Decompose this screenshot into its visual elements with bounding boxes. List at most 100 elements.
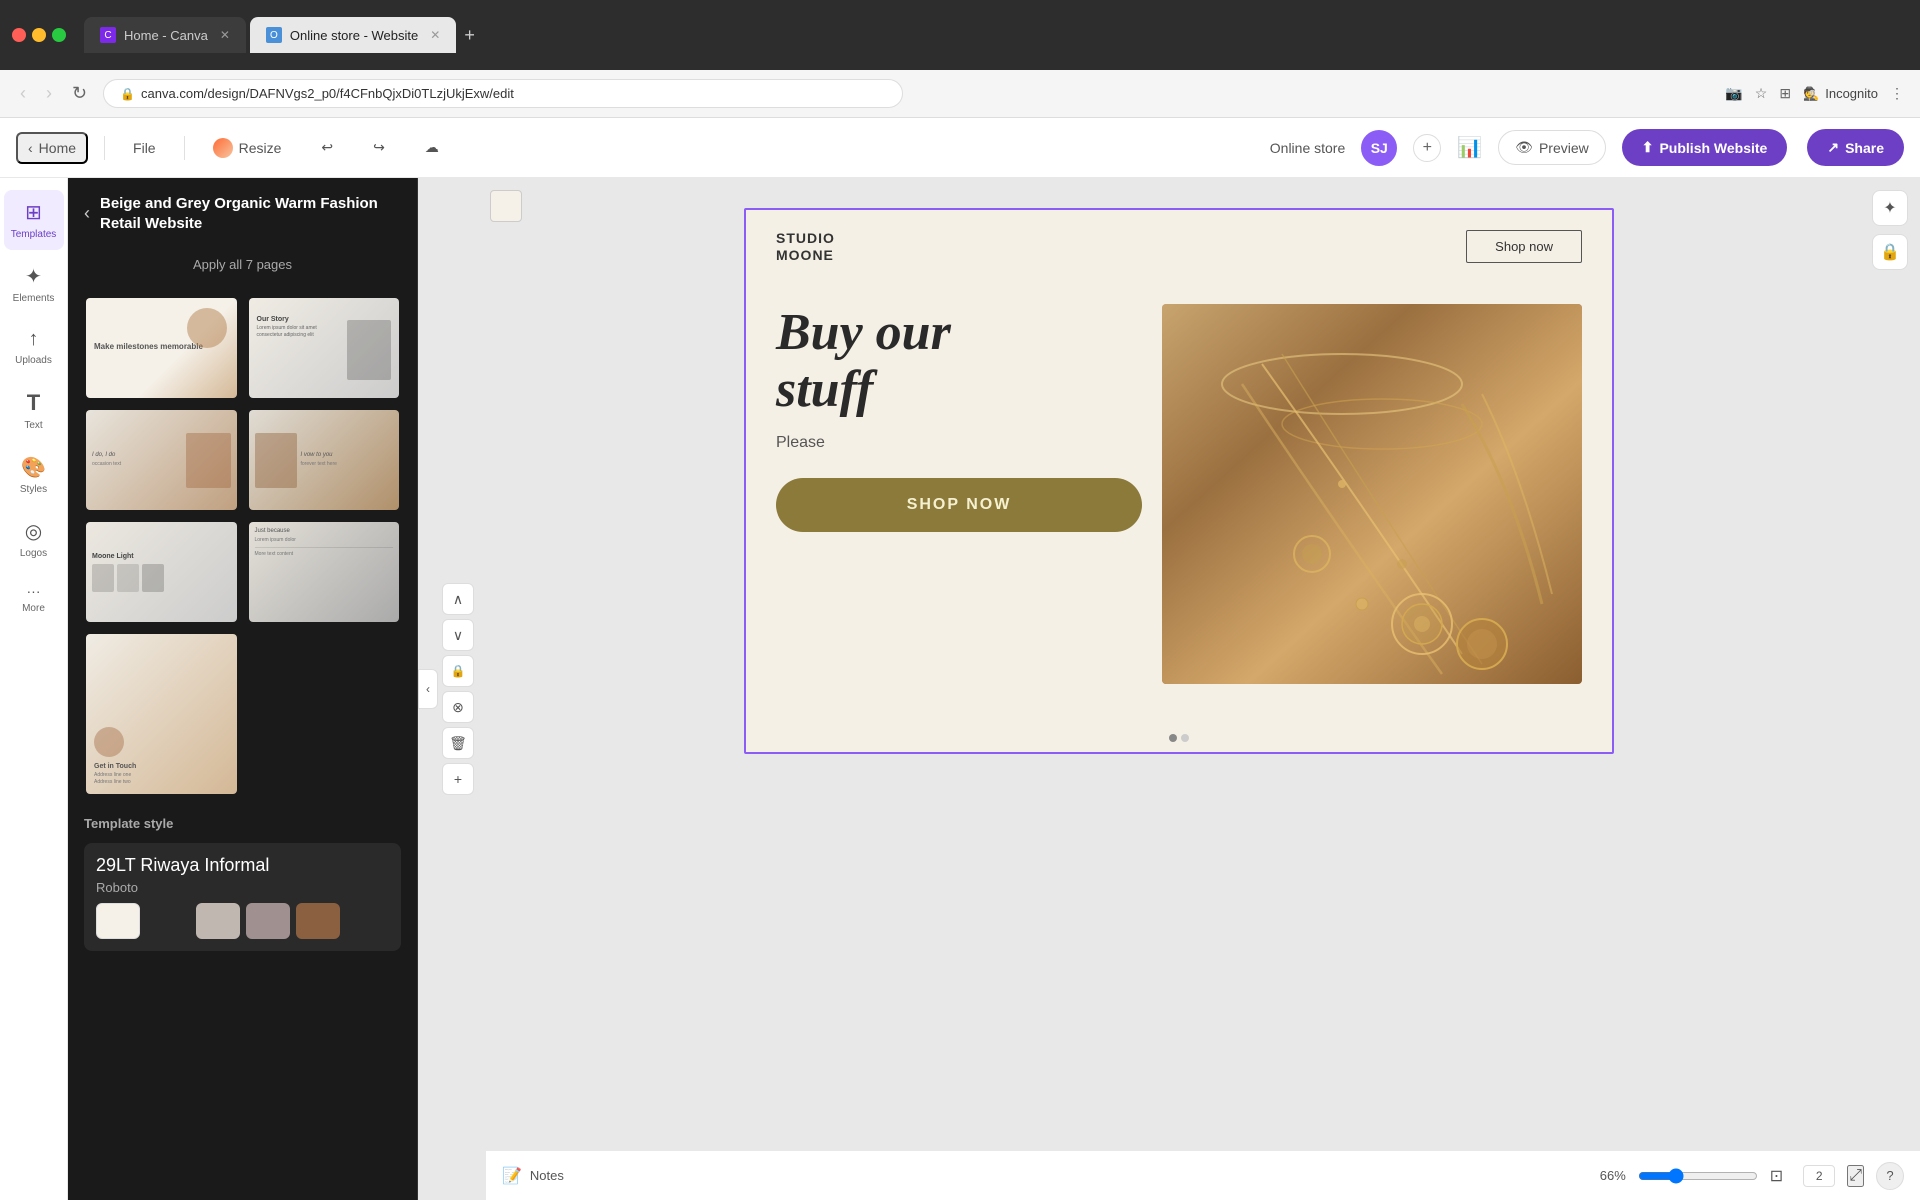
template-thumb-2[interactable]: Our Story Lorem ipsum dolor sit amet con… [247,296,402,400]
new-tab-button[interactable]: + [464,17,475,53]
panel-back-button[interactable]: ‹ [84,203,90,224]
template-preview-2: Our Story Lorem ipsum dolor sit amet con… [249,298,400,398]
camera-icon: 📷 [1725,85,1742,102]
incognito-badge: 🕵 Incognito [1803,86,1878,102]
preview-button[interactable]: 👁 Preview [1498,130,1606,165]
studio-line1: STUDIO [776,230,835,246]
swatch-5[interactable] [296,903,340,939]
forward-button[interactable]: › [42,79,56,108]
store-tab-close[interactable]: ✕ [430,28,440,42]
fit-to-screen-button[interactable]: ⊡ [1770,1166,1783,1186]
uploads-label: Uploads [15,355,52,366]
analytics-icon[interactable]: 📊 [1457,135,1482,160]
browser-actions: 📷 ☆ ⊞ 🕵 Incognito ⋮ [1725,85,1904,102]
close-dot[interactable] [12,28,26,42]
share-label: Share [1845,140,1884,156]
canvas-body: Buy our stuff Please SHOP NOW [746,284,1612,724]
sidebar-item-templates[interactable]: ⊞ Templates [4,190,64,250]
sidebar-item-styles[interactable]: 🎨 Styles [4,445,64,505]
swatch-3[interactable] [196,903,240,939]
canvas-add-button[interactable]: + [442,763,474,795]
undo-button[interactable]: ↩ [309,133,345,162]
template-thumb-3[interactable]: I do, I do occasion text [84,408,239,512]
refresh-button[interactable]: ↻ [68,79,91,108]
scroll-up-button[interactable]: ∧ [442,583,474,615]
template-thumb-4[interactable]: I vow to you forever text here [247,408,402,512]
canvas-lock-right-button[interactable]: 🔒 [1872,234,1908,270]
home-label: Home [39,140,76,156]
template-thumb-7[interactable]: Get in Touch Address line oneAddress lin… [84,632,239,796]
save-cloud-button[interactable]: ☁ [413,133,451,162]
star-icon[interactable]: ☆ [1755,85,1768,102]
add-collaborator-button[interactable]: + [1413,134,1441,162]
color-picker-swatch[interactable] [490,190,522,222]
preview-label: Preview [1539,140,1589,156]
back-to-home-button[interactable]: ‹ Home [16,132,88,164]
template-preview-7: Get in Touch Address line oneAddress lin… [86,634,237,794]
share-button[interactable]: ↗ Share [1807,129,1904,166]
browser-tabs: C Home - Canva ✕ O Online store - Websit… [84,17,475,53]
sidebar-item-text[interactable]: T Text [4,380,64,441]
template-preview-4: I vow to you forever text here [249,410,400,510]
canvas-lock-button[interactable]: 🔒 [442,655,474,687]
hide-panel-button[interactable]: ‹ [418,669,438,709]
home-chevron-left-icon: ‹ [28,140,33,156]
panel-title: Beige and Grey Organic Warm Fashion Reta… [100,194,401,233]
help-button[interactable]: ? [1876,1162,1904,1190]
color-swatches [96,903,389,939]
studio-logo: STUDIO MOONE [776,230,835,264]
scroll-down-button[interactable]: ∨ [442,619,474,651]
page-dot-1[interactable] [1169,734,1177,742]
styles-icon: 🎨 [21,455,46,480]
more-icon: ··· [27,583,41,599]
sidebar-item-uploads[interactable]: ↑ Uploads [4,318,64,376]
url-bar: ‹ › ↻ 🔒 canva.com/design/DAFNVgs2_p0/f4C… [0,70,1920,118]
page-number: 2 [1816,1169,1823,1183]
apply-all-button[interactable]: Apply all 7 pages [84,249,401,280]
redo-button[interactable]: ↪ [361,133,397,162]
tab-store[interactable]: O Online store - Website ✕ [250,17,456,53]
font-primary-name: 29LT Riwaya Informal [96,855,389,876]
swatch-1[interactable] [96,903,140,939]
zoom-slider[interactable] [1638,1168,1758,1184]
back-button[interactable]: ‹ [16,79,30,108]
resize-button[interactable]: Resize [201,132,294,164]
fullscreen-button[interactable]: ⤢ [1847,1165,1864,1187]
canvas-left-content: Buy our stuff Please SHOP NOW [776,304,1142,684]
main-content: ⊞ Templates ✦ Elements ↑ Uploads T Text … [0,178,1920,1200]
toolbar-divider-1 [104,136,105,160]
shop-now-nav-button[interactable]: Shop now [1466,230,1582,263]
canvas-nav: STUDIO MOONE Shop now [746,210,1612,284]
canvas-layers-button[interactable]: ⊗ [442,691,474,723]
sidebar-item-elements[interactable]: ✦ Elements [4,254,64,314]
menu-icon[interactable]: ⋮ [1890,85,1904,102]
store-tab-icon: O [266,27,282,43]
sidebar-item-more[interactable]: ··· More [4,573,64,624]
shop-now-cta-button[interactable]: SHOP NOW [776,478,1142,532]
url-field[interactable]: 🔒 canva.com/design/DAFNVgs2_p0/f4CFnbQjx… [103,79,903,108]
maximize-dot[interactable] [52,28,66,42]
template-thumb-5[interactable]: Moone Light [84,520,239,624]
avatar[interactable]: SJ [1361,130,1397,166]
template-thumb-6[interactable]: Just because Lorem ipsum dolor More text… [247,520,402,624]
template-style-section: Template style 29LT Riwaya Informal Robo… [84,816,401,951]
file-button[interactable]: File [121,134,168,162]
canva-tab-close[interactable]: ✕ [220,28,230,42]
page-dot-2[interactable] [1181,734,1189,742]
tab-canva[interactable]: C Home - Canva ✕ [84,17,246,53]
more-label: More [22,603,45,614]
swatch-2[interactable] [146,903,190,939]
minimize-dot[interactable] [32,28,46,42]
canvas-delete-button[interactable]: 🗑 [442,727,474,759]
store-tab-label: Online store - Website [290,28,418,43]
template-thumb-1[interactable]: Make milestones memorable [84,296,239,400]
sidebar: ⊞ Templates ✦ Elements ↑ Uploads T Text … [0,178,68,1200]
canvas-magic-button[interactable]: ✦ [1872,190,1908,226]
notes-label[interactable]: Notes [530,1168,564,1183]
grid-icon[interactable]: ⊞ [1779,85,1791,102]
swatch-4[interactable] [246,903,290,939]
sidebar-item-logos[interactable]: ◎ Logos [4,509,64,569]
canva-toolbar: ‹ Home File Resize ↩ ↪ ☁ Online store SJ… [0,118,1920,178]
publish-website-button[interactable]: ⬆ Publish Website [1622,129,1788,166]
design-canvas[interactable]: STUDIO MOONE Shop now Buy our stuff Pl [744,208,1614,754]
